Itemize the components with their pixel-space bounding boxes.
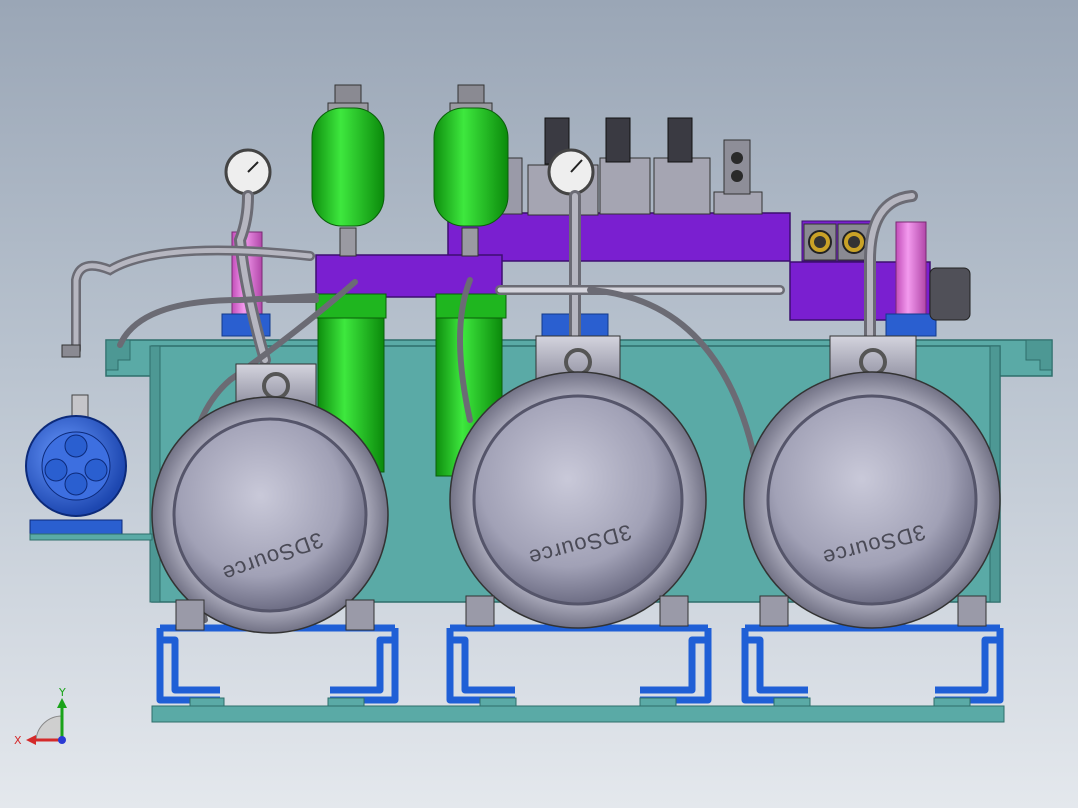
triad-x-label: X	[14, 734, 22, 747]
base-skid[interactable]	[151, 624, 1005, 723]
triad-y-label: Y	[58, 686, 66, 699]
coordinate-triad-icon: Y X	[14, 686, 67, 747]
model-viewport[interactable]: 3DSource 3DSource 3DSource Y X	[0, 0, 1078, 808]
hydraulic-unit-model[interactable]: 3DSource 3DSource 3DSource Y X	[0, 0, 1078, 808]
level-switch[interactable]	[929, 267, 971, 321]
solenoid-valve-icon[interactable]	[499, 117, 763, 216]
